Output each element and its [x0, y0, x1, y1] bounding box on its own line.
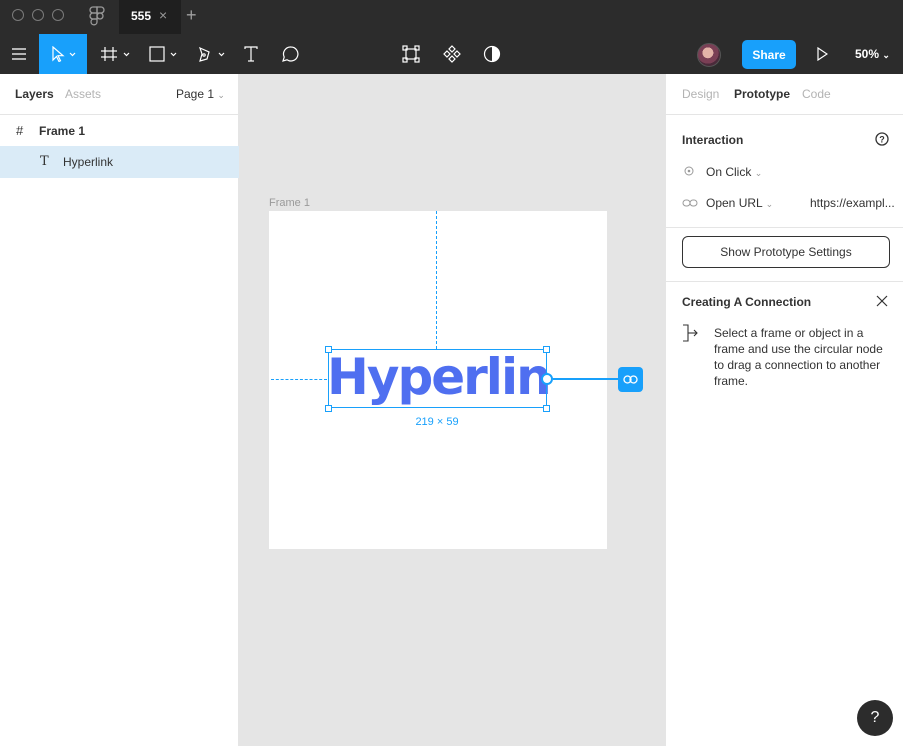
chevron-down-icon: ⌄: [765, 199, 774, 209]
horizontal-guide: [271, 379, 327, 380]
layer-label: Frame 1: [39, 124, 86, 138]
component-tool-button[interactable]: [398, 34, 424, 74]
hamburger-icon: [12, 48, 26, 60]
pen-icon: [199, 46, 225, 62]
help-button[interactable]: ?: [857, 700, 893, 736]
zoom-dropdown[interactable]: 50% ⌄: [855, 47, 890, 61]
figma-logo-icon[interactable]: [88, 6, 106, 26]
tab-prototype[interactable]: Prototype: [734, 87, 790, 101]
pen-tool-button[interactable]: [191, 34, 231, 74]
trigger-label: On Click: [706, 165, 752, 179]
text-icon: [244, 46, 258, 62]
page-label: Page 1: [176, 87, 215, 101]
frame-icon: #: [16, 123, 24, 138]
resize-handle-bottom-right[interactable]: [543, 405, 550, 412]
tab-layers[interactable]: Layers: [15, 87, 54, 101]
rectangle-icon: [149, 46, 177, 62]
svg-text:?: ?: [879, 135, 885, 145]
chevron-down-icon: ⌄: [754, 168, 763, 178]
component-icon: [443, 45, 461, 63]
action-label: Open URL: [706, 196, 763, 210]
connection-node[interactable]: [541, 373, 553, 385]
interaction-heading: Interaction: [682, 133, 744, 147]
chevron-down-icon: ⌄: [882, 50, 890, 60]
connection-hint-icon: [683, 324, 698, 342]
resize-handle-top-right[interactable]: [543, 346, 550, 353]
close-icon[interactable]: [876, 295, 888, 307]
frame-icon: [101, 47, 130, 61]
link-badge[interactable]: [618, 367, 643, 392]
user-avatar[interactable]: [697, 43, 721, 67]
divider: [666, 114, 903, 115]
present-button[interactable]: [810, 34, 834, 74]
divider: [666, 281, 903, 282]
mask-button[interactable]: [479, 34, 505, 74]
chevron-down-icon: ⌄: [217, 90, 225, 100]
frame-tool-button[interactable]: [97, 34, 137, 74]
tab-design[interactable]: Design: [682, 87, 719, 101]
text-icon: T: [40, 154, 49, 169]
move-tool-button[interactable]: [39, 34, 87, 74]
vertical-guide: [436, 211, 437, 349]
selection-box[interactable]: [328, 349, 547, 408]
layer-row-hyperlink[interactable]: T Hyperlink: [0, 146, 239, 178]
trigger-icon: [684, 166, 694, 176]
help-circle-icon[interactable]: ?: [875, 132, 889, 146]
action-dropdown[interactable]: Open URL ⌄: [706, 196, 773, 210]
connection-line: [553, 378, 619, 380]
file-tab-label: 555: [131, 9, 152, 23]
page-selector[interactable]: Page 1 ⌄: [176, 87, 225, 101]
transform-icon: [402, 45, 420, 63]
connection-description: Select a frame or object in a frame and …: [714, 326, 883, 388]
contrast-icon: [483, 45, 501, 63]
title-bar: 555 × +: [0, 0, 903, 34]
tab-assets[interactable]: Assets: [65, 87, 101, 101]
frame-label[interactable]: Frame 1: [269, 197, 310, 209]
minimize-window-button[interactable]: [32, 9, 44, 21]
resize-handle-bottom-left[interactable]: [325, 405, 332, 412]
main-menu-button[interactable]: [0, 34, 38, 74]
play-icon: [817, 47, 828, 61]
tab-code[interactable]: Code: [802, 87, 831, 101]
url-input[interactable]: https://exampl...: [810, 196, 895, 210]
comment-icon: [282, 46, 299, 62]
text-tool-button[interactable]: [238, 34, 264, 74]
close-window-button[interactable]: [12, 9, 24, 21]
inspector-panel: Design Prototype Code Interaction ? On C…: [665, 74, 903, 746]
new-tab-icon[interactable]: +: [186, 5, 197, 26]
divider: [666, 227, 903, 228]
create-component-button[interactable]: [439, 34, 465, 74]
layers-panel: Layers Assets Page 1 ⌄ # Frame 1 T Hyper…: [0, 74, 239, 746]
pointer-icon: [52, 46, 76, 62]
comment-tool-button[interactable]: [278, 34, 304, 74]
layer-label: Hyperlink: [63, 155, 114, 169]
shape-tool-button[interactable]: [143, 34, 183, 74]
file-tab[interactable]: 555 ×: [119, 0, 181, 34]
close-tab-icon[interactable]: ×: [159, 7, 167, 23]
toolbar: Share 50% ⌄: [0, 34, 903, 74]
layer-row-frame[interactable]: # Frame 1: [0, 115, 239, 147]
link-icon: [623, 375, 638, 384]
link-icon: [682, 199, 698, 207]
show-prototype-settings-button[interactable]: Show Prototype Settings: [682, 236, 890, 268]
connection-heading: Creating A Connection: [682, 295, 812, 309]
dimension-label: 219 × 59: [415, 416, 459, 428]
trigger-dropdown[interactable]: On Click ⌄: [706, 165, 762, 179]
resize-handle-top-left[interactable]: [325, 346, 332, 353]
share-button[interactable]: Share: [742, 40, 796, 69]
zoom-window-button[interactable]: [52, 9, 64, 21]
zoom-level: 50%: [855, 47, 880, 61]
